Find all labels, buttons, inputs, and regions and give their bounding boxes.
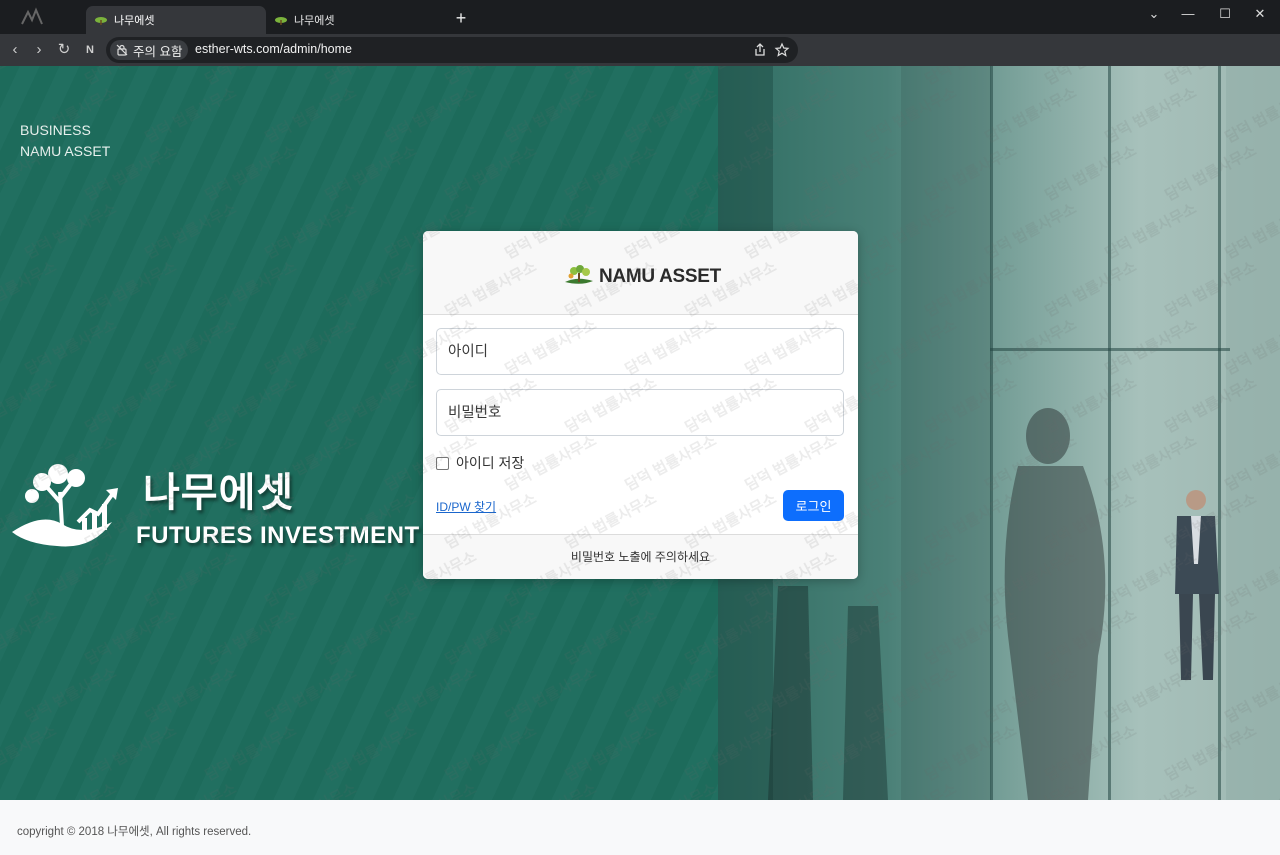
login-button[interactable]: 로그인 [783, 490, 844, 521]
pedestrians-silhouette [768, 586, 888, 800]
url-box[interactable]: 주의 요함 esther-wts.com/admin/home [106, 37, 798, 63]
tab-list-chevron-icon[interactable]: ⌄ [1139, 4, 1169, 24]
brand-corner-text: BUSINESS NAMU ASSET [20, 120, 110, 162]
url-text[interactable]: esther-wts.com/admin/home [195, 42, 352, 56]
page-footer: copyright © 2018 나무에셋, All rights reserv… [0, 800, 1280, 855]
remember-id-checkbox[interactable] [436, 456, 449, 470]
minimize-button[interactable]: — [1173, 4, 1203, 24]
tree-favicon-icon [95, 17, 107, 25]
window-frame-line [990, 348, 1230, 351]
address-bar-row: ‹ › ↻ N 주의 요함 esther-wts.com/admin/home [0, 34, 1280, 66]
photo-column [1226, 66, 1280, 800]
brand-line-business: BUSINESS [20, 122, 91, 138]
new-tab-button[interactable]: + [452, 8, 470, 28]
tree-growth-logo-icon [12, 464, 118, 547]
login-card-header: NAMU ASSET [423, 231, 858, 315]
login-card-footer: 비밀번호 노출에 주의하세요 [423, 534, 858, 579]
walking-person-silhouette [1004, 408, 1106, 800]
tab-title: 나무에셋 [294, 15, 335, 27]
close-window-button[interactable]: ✕ [1245, 4, 1275, 24]
reader-mode-icon[interactable]: N [80, 40, 100, 60]
copyright-text: copyright © 2018 나무에셋, All rights reserv… [17, 826, 252, 838]
find-id-password-link[interactable]: ID/PW 찾기 [436, 498, 496, 515]
tree-logo-icon [565, 265, 593, 284]
login-title: NAMU ASSET [599, 266, 721, 287]
favorite-star-icon[interactable] [774, 42, 790, 58]
password-input[interactable] [436, 389, 844, 436]
security-label: 주의 요함 [133, 44, 183, 59]
brand-korean-name: 나무에셋 [143, 471, 295, 515]
brand-tagline: FUTURES INVESTMENT [136, 522, 420, 549]
login-card: NAMU ASSET 아이디 저장 ID/PW 찾기 로그인 비밀번호 노출에 … [423, 231, 858, 579]
browser-tab-bar: 나무에셋 나무에셋 + ⌄ — ☐ ✕ [0, 0, 1280, 34]
forward-button[interactable]: › [29, 40, 49, 60]
security-warning-pill[interactable]: 주의 요함 [110, 40, 189, 60]
reload-button[interactable]: ↻ [54, 40, 74, 60]
tab-namu-asset-2[interactable]: 나무에셋 [266, 6, 446, 34]
photo-column [901, 66, 991, 800]
remember-id-label[interactable]: 아이디 저장 [456, 453, 524, 473]
browser-logo-icon [21, 7, 43, 25]
brand-line-namu-asset: NAMU ASSET [20, 143, 111, 159]
maximize-button[interactable]: ☐ [1210, 4, 1240, 24]
share-icon[interactable] [752, 42, 768, 58]
page-background: BUSINESS NAMU ASSET 나무에셋 FUTURES INVESTM… [0, 66, 1280, 800]
man-on-phone-figure [1175, 490, 1219, 680]
user-id-input[interactable] [436, 328, 844, 375]
not-secure-lock-icon [116, 44, 128, 56]
password-notice: 비밀번호 노출에 주의하세요 [570, 550, 711, 564]
tab-title: 나무에셋 [114, 15, 155, 27]
tab-namu-asset-1[interactable]: 나무에셋 [86, 6, 266, 34]
back-button[interactable]: ‹ [5, 40, 25, 60]
tree-favicon-icon [275, 17, 287, 25]
window-frame-line [1218, 66, 1221, 800]
remember-id-option[interactable]: 아이디 저장 [436, 453, 524, 473]
